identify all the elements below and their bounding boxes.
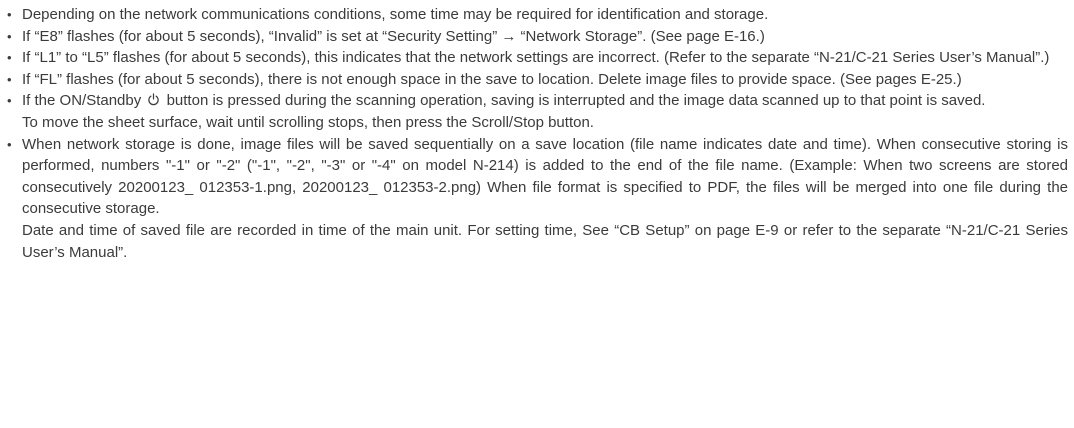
list-item: • If “FL” flashes (for about 5 seconds),…	[6, 69, 1068, 91]
note-text: If “L1” to “L5” flashes (for about 5 sec…	[22, 49, 1050, 67]
note-text: Depending on the network communications …	[22, 6, 769, 23]
bullet: •	[7, 7, 12, 22]
note-text-after-icon: button is pressed during the scanning op…	[166, 92, 986, 110]
bullet: •	[7, 136, 12, 152]
note-text: When network storage is done, image file…	[22, 135, 1068, 218]
bullet: •	[7, 50, 12, 66]
bullet: •	[7, 28, 12, 44]
notes-list: • Depending on the network communication…	[6, 4, 1068, 263]
note-continuation: To move the sheet surface, wait until sc…	[22, 113, 594, 131]
list-item: • If “E8” flashes (for about 5 seconds),…	[6, 26, 1068, 48]
note-text: If “E8” flashes (for about 5 seconds), “…	[22, 27, 765, 45]
power-icon	[147, 91, 160, 106]
list-item: • If the ON/Standby button is pressed du…	[6, 90, 1068, 133]
bullet: •	[7, 93, 12, 109]
note-text-before-icon: If the ON/Standby	[22, 92, 142, 110]
list-item: • When network storage is done, image fi…	[6, 134, 1068, 264]
document-page: • Depending on the network communication…	[0, 0, 1074, 428]
bullet: •	[7, 71, 12, 87]
note-continuation: Date and time of saved file are recorded…	[22, 221, 1068, 261]
note-text: If “FL” flashes (for about 5 seconds), t…	[22, 70, 962, 88]
list-item: • If “L1” to “L5” flashes (for about 5 s…	[6, 47, 1068, 69]
list-item: • Depending on the network communication…	[6, 4, 1068, 26]
